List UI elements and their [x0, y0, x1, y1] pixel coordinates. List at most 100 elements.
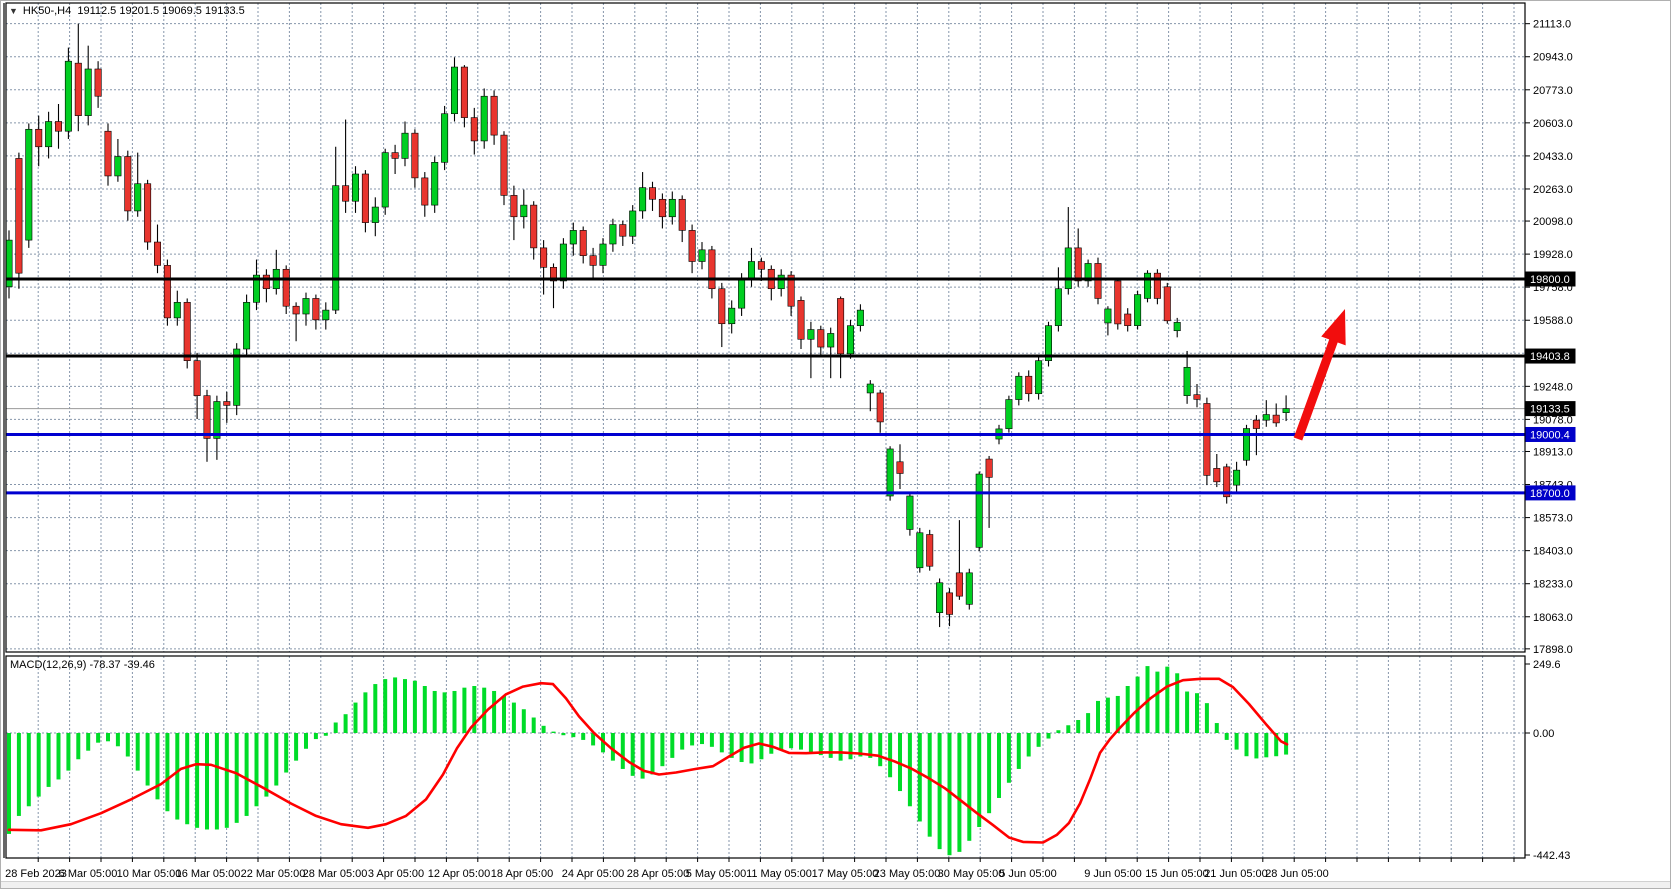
macd-histogram-bar — [750, 733, 754, 763]
candle-body — [313, 298, 319, 319]
y-axis-tick-label: 21113.0 — [1533, 19, 1571, 31]
y-axis-tick-label: 18403.0 — [1533, 546, 1573, 558]
candle-body — [1164, 287, 1170, 321]
candle-body — [115, 156, 121, 175]
macd-histogram-bar — [235, 733, 239, 823]
macd-histogram-bar — [967, 733, 971, 841]
candle-body — [144, 184, 150, 242]
candle-body — [243, 302, 249, 349]
candle-body — [867, 384, 873, 393]
candle-body — [570, 230, 576, 244]
macd-histogram-bar — [1066, 725, 1070, 733]
candle-body — [1026, 376, 1032, 394]
macd-histogram-bar — [393, 677, 397, 733]
macd-indicator-label: MACD(12,26,9) -78.37 -39.46 — [10, 659, 155, 671]
macd-histogram-bar — [334, 722, 338, 733]
macd-histogram-bar — [1136, 677, 1140, 733]
candle-body — [174, 302, 180, 318]
price-level-label: 19133.5 — [1530, 404, 1570, 416]
macd-histogram-bar — [552, 732, 556, 733]
macd-histogram-bar — [1056, 730, 1060, 733]
candle-body — [441, 114, 447, 163]
candle-body — [85, 69, 91, 116]
candle-body — [1263, 415, 1269, 421]
x-axis-date-label: 28 Mar 05:00 — [303, 868, 368, 880]
candle-body — [16, 158, 22, 273]
candle-body — [1283, 409, 1289, 413]
candle-body — [263, 275, 269, 289]
candle-body — [224, 402, 230, 406]
y-axis-tick-label: 18573.0 — [1533, 513, 1573, 525]
macd-histogram-bar — [957, 733, 961, 852]
macd-histogram-bar — [542, 726, 546, 733]
candle-body — [610, 225, 616, 244]
macd-histogram-bar — [839, 733, 843, 761]
macd-histogram-bar — [809, 733, 813, 752]
candle-body — [214, 402, 220, 439]
macd-histogram-bar — [165, 733, 169, 811]
chart-canvas[interactable]: 21113.020943.020773.020603.020433.020263… — [1, 1, 1671, 889]
macd-histogram-bar — [1245, 733, 1249, 756]
macd-histogram-bar — [205, 733, 209, 829]
x-axis-date-label: 6 Mar 05:00 — [59, 868, 118, 880]
candle-body — [45, 121, 51, 146]
candle-body — [1055, 289, 1061, 326]
macd-histogram-bar — [1264, 733, 1268, 757]
candle-body — [857, 310, 863, 326]
candle-body — [36, 129, 42, 147]
candle-body — [323, 310, 329, 320]
candle-body — [936, 583, 942, 613]
macd-histogram-bar — [264, 733, 268, 797]
candle-body — [402, 133, 408, 158]
candle-body — [659, 199, 665, 217]
candle-body — [1125, 314, 1131, 326]
macd-histogram-bar — [96, 733, 100, 743]
y-axis-tick-label: 19928.0 — [1533, 249, 1573, 261]
macd-histogram-bar — [918, 733, 922, 821]
macd-histogram-bar — [1047, 733, 1051, 739]
macd-histogram-bar — [1086, 713, 1090, 733]
macd-histogram-bar — [314, 733, 318, 739]
candle-body — [630, 211, 636, 236]
y-axis-tick-label: 20263.0 — [1533, 184, 1573, 196]
y-axis-tick-label: 18233.0 — [1533, 579, 1573, 591]
macd-histogram-bar — [284, 733, 288, 773]
x-axis-date-label: 28 Apr 05:00 — [627, 868, 689, 880]
candle-body — [362, 174, 368, 223]
y-axis-tick-label: 20603.0 — [1533, 118, 1573, 130]
candle-body — [709, 250, 715, 289]
candle-body — [204, 396, 210, 439]
macd-histogram-bar — [116, 733, 120, 746]
symbol-menu-arrow-icon[interactable]: ▼ — [9, 6, 18, 16]
macd-histogram-bar — [1106, 698, 1110, 733]
macd-histogram-bar — [215, 733, 219, 829]
macd-histogram-bar — [680, 733, 684, 750]
macd-histogram-bar — [373, 684, 377, 733]
candle-body — [1154, 273, 1160, 298]
candle-body — [1194, 395, 1200, 400]
macd-histogram-bar — [997, 733, 1001, 798]
macd-histogram-bar — [1076, 720, 1080, 733]
candle-body — [105, 131, 111, 176]
candle-body — [184, 302, 190, 360]
candle-body — [194, 361, 200, 396]
candle-body — [818, 330, 824, 348]
candle-body — [95, 69, 101, 96]
macd-histogram-bar — [136, 733, 140, 771]
candle-body — [699, 250, 705, 262]
candle-body — [1204, 403, 1210, 475]
candle-body — [719, 289, 725, 324]
x-axis-date-label: 28 Jun 05:00 — [1265, 868, 1329, 880]
candle-body — [382, 153, 388, 207]
candle-body — [1233, 470, 1239, 485]
macd-histogram-bar — [126, 733, 130, 757]
macd-histogram-bar — [512, 703, 516, 733]
candle-body — [422, 178, 428, 205]
macd-histogram-bar — [462, 688, 466, 733]
macd-axis-tick-label: 249.6 — [1533, 659, 1561, 671]
macd-axis-tick-label: 0.00 — [1533, 728, 1554, 740]
bottom-status-strip — [1, 881, 1670, 888]
macd-histogram-bar — [225, 733, 229, 828]
candle-body — [907, 496, 913, 529]
macd-histogram-bar — [1027, 733, 1031, 757]
